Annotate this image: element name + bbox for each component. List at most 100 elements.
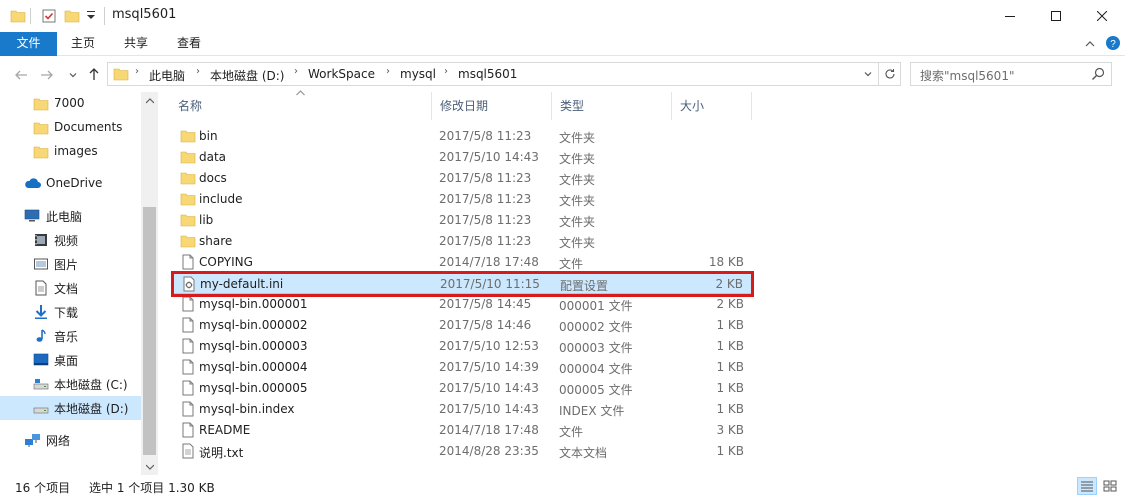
desktop-icon (33, 352, 49, 368)
expand-ribbon-icon[interactable] (1084, 38, 1096, 52)
file-date-modified: 2014/7/18 17:48 (439, 255, 539, 269)
nav-item-docs[interactable]: 文档 (0, 276, 141, 300)
breadcrumb-drive-d[interactable]: 本地磁盘 (D:) (210, 67, 284, 84)
breadcrumb-workspace[interactable]: WorkSpace (308, 67, 375, 81)
details-view-icon (1081, 481, 1093, 492)
file-row[interactable]: docs 2017/5/8 11:23 文件夹 (172, 168, 752, 189)
separator (30, 8, 31, 24)
search-input[interactable]: 搜索"msql5601" (910, 62, 1112, 86)
item-count: 16 个项目 (15, 481, 71, 495)
file-row[interactable]: share 2017/5/8 11:23 文件夹 (172, 231, 752, 252)
file-icon (180, 359, 196, 375)
file-icon (180, 296, 196, 312)
file-size: 2 KB (716, 297, 744, 311)
nav-item-label: images (54, 144, 98, 158)
file-date-modified: 2017/5/8 14:46 (439, 318, 532, 332)
back-arrow-icon[interactable] (12, 66, 30, 84)
file-icon (180, 401, 196, 417)
recent-locations-icon[interactable] (64, 66, 82, 84)
ribbon: 文件 主页 共享 查看 ? (0, 32, 1125, 56)
file-date-modified: 2017/5/8 14:45 (439, 297, 532, 311)
column-date-modified[interactable]: 修改日期 (432, 92, 552, 120)
scrollbar-thumb[interactable] (143, 207, 156, 455)
file-name: include (199, 192, 243, 206)
search-icon[interactable] (1091, 67, 1105, 84)
nav-item-this-pc[interactable]: 此电脑 (0, 204, 141, 228)
file-row[interactable]: mysql-bin.000001 2017/5/8 14:45 000001 文件 2… (172, 294, 752, 315)
address-bar[interactable]: › 此电脑 › 本地磁盘 (D:) › WorkSpace › mysql › … (107, 62, 901, 86)
chevron-right-icon[interactable]: › (196, 66, 200, 77)
nav-item-7000[interactable]: 7000 (0, 92, 141, 116)
tab-share[interactable]: 共享 (111, 32, 161, 56)
breadcrumb-msql5601[interactable]: msql5601 (458, 67, 517, 81)
scroll-up-icon[interactable] (141, 92, 158, 109)
file-date-modified: 2017/5/10 14:43 (439, 402, 539, 416)
nav-item-pictures[interactable]: 图片 (0, 252, 141, 276)
svg-text:?: ? (1110, 39, 1116, 50)
navigation-pane-scrollbar[interactable] (141, 92, 158, 475)
tab-view[interactable]: 查看 (164, 32, 214, 56)
large-icons-view-button[interactable] (1100, 477, 1120, 495)
nav-item-drive-d[interactable]: 本地磁盘 (D:) (0, 396, 141, 420)
nav-item-images[interactable]: images (0, 140, 141, 164)
file-row[interactable]: bin 2017/5/8 11:23 文件夹 (172, 126, 752, 147)
minimize-icon (1005, 16, 1015, 17)
column-type[interactable]: 类型 (552, 92, 672, 120)
file-row[interactable]: include 2017/5/8 11:23 文件夹 (172, 189, 752, 210)
nav-item-drive-c[interactable]: 本地磁盘 (C:) (0, 372, 141, 396)
properties-icon[interactable] (41, 8, 57, 24)
nav-item-label: 文档 (54, 282, 79, 296)
file-name: README (199, 423, 251, 437)
tab-home[interactable]: 主页 (58, 32, 108, 56)
details-view-button[interactable] (1077, 477, 1097, 495)
download-icon (33, 304, 49, 320)
file-row[interactable]: COPYING 2014/7/18 17:48 文件 18 KB (172, 252, 752, 273)
breadcrumb-mysql[interactable]: mysql (400, 67, 436, 81)
nav-item-desktop[interactable]: 桌面 (0, 348, 141, 372)
chevron-right-icon[interactable]: › (135, 66, 139, 77)
file-row[interactable]: README 2014/7/18 17:48 文件 3 KB (172, 420, 752, 441)
file-row[interactable]: mysql-bin.000003 2017/5/10 12:53 000003 文件… (172, 336, 752, 357)
minimize-button[interactable] (987, 0, 1033, 32)
nav-item-videos[interactable]: 视频 (0, 228, 141, 252)
chevron-right-icon[interactable]: › (444, 66, 448, 77)
file-date-modified: 2017/5/8 11:23 (439, 234, 532, 248)
nav-item-music[interactable]: 音乐 (0, 324, 141, 348)
file-type: 文件夹 (559, 194, 596, 208)
forward-arrow-icon[interactable] (38, 66, 56, 84)
nav-item-network[interactable]: 网络 (0, 428, 141, 452)
refresh-button[interactable] (878, 63, 900, 85)
close-button[interactable] (1079, 0, 1125, 32)
breadcrumb-this-pc[interactable]: 此电脑 (149, 67, 185, 84)
nav-item-onedrive[interactable]: OneDrive (0, 172, 141, 196)
folder-icon (180, 149, 196, 165)
maximize-button[interactable] (1033, 0, 1079, 32)
file-type: 000001 文件 (559, 299, 633, 313)
file-date-modified: 2014/7/18 17:48 (439, 423, 539, 437)
file-row[interactable]: data 2017/5/10 14:43 文件夹 (172, 147, 752, 168)
address-dropdown-button[interactable] (856, 63, 878, 85)
customize-quick-access-icon[interactable] (86, 10, 96, 22)
file-type: 文件 (559, 425, 584, 439)
chevron-right-icon[interactable]: › (386, 66, 390, 77)
new-folder-icon[interactable] (64, 8, 80, 24)
file-date-modified: 2014/8/28 23:35 (439, 444, 539, 458)
selection-info: 选中 1 个项目 1.30 KB (89, 481, 215, 495)
nav-item-documents[interactable]: Documents (0, 116, 141, 140)
help-icon[interactable]: ? (1105, 35, 1121, 54)
column-name[interactable]: 名称 (170, 92, 432, 120)
column-size[interactable]: 大小 (672, 92, 752, 120)
highlight-box (171, 271, 754, 297)
file-row[interactable]: mysql-bin.000005 2017/5/10 14:43 000005 文件… (172, 378, 752, 399)
file-type: 000002 文件 (559, 320, 633, 334)
file-row[interactable]: mysql-bin.000002 2017/5/8 14:46 000002 文件 1… (172, 315, 752, 336)
tab-file[interactable]: 文件 (0, 32, 57, 56)
scroll-down-icon[interactable] (141, 458, 158, 475)
file-row[interactable]: mysql-bin.000004 2017/5/10 14:39 000004 文件… (172, 357, 752, 378)
file-row[interactable]: mysql-bin.index 2017/5/10 14:43 INDEX 文件 1 … (172, 399, 752, 420)
chevron-right-icon[interactable]: › (294, 66, 298, 77)
up-arrow-icon[interactable] (85, 65, 103, 83)
nav-item-downloads[interactable]: 下载 (0, 300, 141, 324)
file-row[interactable]: 说明.txt 2014/8/28 23:35 文本文档 1 KB (172, 441, 752, 462)
file-row[interactable]: lib 2017/5/8 11:23 文件夹 (172, 210, 752, 231)
